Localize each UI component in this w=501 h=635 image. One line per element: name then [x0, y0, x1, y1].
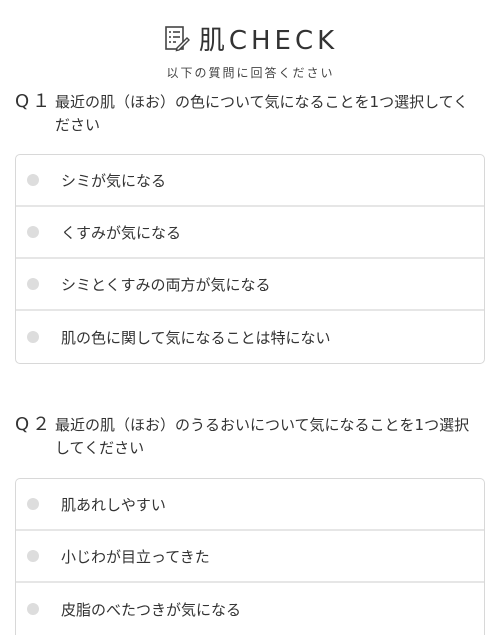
option-item[interactable]: 小じわが目立ってきた: [16, 531, 484, 583]
radio-button[interactable]: [27, 498, 39, 510]
page-title: 肌CHECK: [198, 25, 339, 56]
question-number: Q２: [15, 414, 54, 435]
option-label: シミが気になる: [61, 171, 167, 190]
option-label: 肌の色に関して気になることは特にない: [61, 328, 331, 347]
radio-button[interactable]: [27, 226, 39, 238]
radio-button[interactable]: [27, 278, 39, 290]
option-item[interactable]: 皮脂のべたつきが気になる: [16, 583, 484, 635]
radio-button[interactable]: [27, 331, 39, 343]
option-label: 小じわが目立ってきた: [61, 547, 210, 566]
option-item[interactable]: シミが気になる: [16, 155, 484, 207]
title-row: 肌CHECK: [163, 22, 339, 56]
option-label: 肌あれしやすい: [61, 495, 166, 514]
option-label: くすみが気になる: [61, 223, 182, 242]
question-number: Q１: [15, 91, 54, 112]
question-1-header: Q１ 最近の肌（ほお）の色について気になることを1つ選択してください: [15, 91, 485, 137]
question-2-options: 肌あれしやすい 小じわが目立ってきた 皮脂のべたつきが気になる: [15, 478, 485, 635]
option-item[interactable]: 肌あれしやすい: [16, 479, 484, 531]
question-2: Q２ 最近の肌（ほお）のうるおいについて気になることを1つ選択してください: [15, 414, 485, 460]
question-2-header: Q２ 最近の肌（ほお）のうるおいについて気になることを1つ選択してください: [15, 414, 485, 460]
radio-button[interactable]: [27, 174, 39, 186]
option-label: シミとくすみの両方が気になる: [61, 275, 271, 294]
checklist-pen-icon: [165, 26, 190, 52]
question-text: 最近の肌（ほお）のうるおいについて気になることを1つ選択してください: [55, 416, 470, 457]
page-subtitle: 以下の質問に回答ください: [166, 66, 335, 80]
question-1-options: シミが気になる くすみが気になる シミとくすみの両方が気になる 肌の色に関して気…: [15, 154, 485, 364]
option-item[interactable]: くすみが気になる: [16, 207, 484, 259]
option-item[interactable]: シミとくすみの両方が気になる: [16, 259, 484, 311]
option-item[interactable]: 肌の色に関して気になることは特にない: [16, 311, 484, 363]
option-label: 皮脂のべたつきが気になる: [61, 600, 242, 619]
page-header: 肌CHECK 以下の質問に回答ください: [0, 22, 501, 81]
question-1: Q１ 最近の肌（ほお）の色について気になることを1つ選択してください: [15, 91, 485, 137]
question-text: 最近の肌（ほお）の色について気になることを1つ選択してください: [55, 93, 469, 134]
radio-button[interactable]: [27, 603, 39, 615]
radio-button[interactable]: [27, 550, 39, 562]
